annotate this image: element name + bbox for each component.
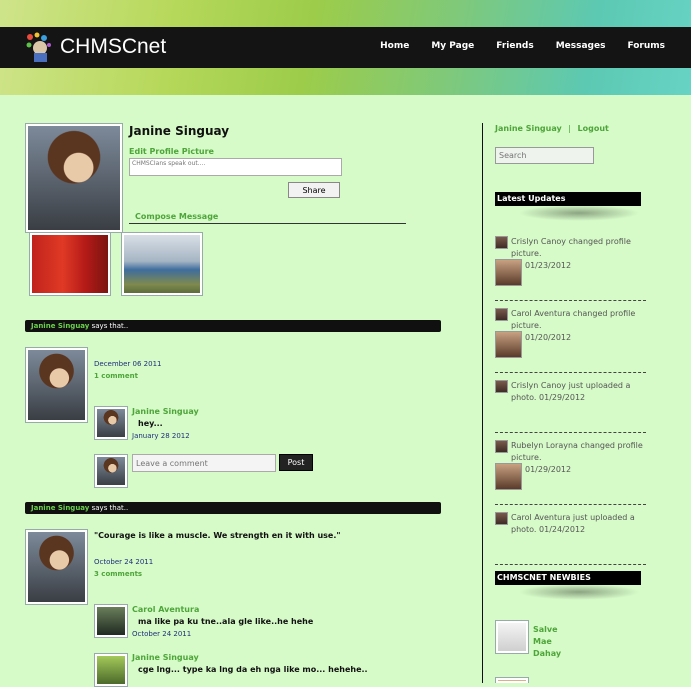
logo-icon xyxy=(26,32,51,62)
avatar[interactable] xyxy=(25,529,88,605)
edit-profile-picture-link[interactable]: Edit Profile Picture xyxy=(129,147,214,156)
update-avatar[interactable] xyxy=(495,308,508,321)
comment-text: cge lng... type ka lng da eh nga like mo… xyxy=(138,665,368,674)
update-divider xyxy=(495,432,646,433)
post-author[interactable]: Janine Singuay xyxy=(31,322,89,330)
title-shadow xyxy=(518,584,640,600)
compose-divider xyxy=(129,223,406,224)
update-date: 01/29/2012 xyxy=(525,465,572,474)
post-header: Janine Singuay says that.. xyxy=(25,502,441,514)
comment-text: hey... xyxy=(138,419,163,428)
avatar xyxy=(94,454,128,488)
newbie-avatar[interactable] xyxy=(495,677,529,683)
update-text: Crislyn Canoy just uploaded a photo. 01/… xyxy=(511,381,631,402)
post-author[interactable]: Janine Singuay xyxy=(31,504,89,512)
site-name[interactable]: CHMSCnet xyxy=(60,35,166,59)
comment-text: ma like pa ku tne..ala gle like..he hehe xyxy=(138,617,314,626)
search-input[interactable] xyxy=(495,147,594,164)
separator: | xyxy=(568,124,571,133)
update-divider xyxy=(495,300,646,301)
nav-my-page[interactable]: My Page xyxy=(431,41,474,51)
post-quote: "Courage is like a muscle. We strength e… xyxy=(94,531,341,540)
update-text: Carol Aventura just uploaded a photo. 01… xyxy=(511,513,635,534)
update-divider xyxy=(495,504,646,505)
photo-thumbnail[interactable] xyxy=(121,232,203,296)
update-photo[interactable] xyxy=(495,463,522,490)
update-avatar[interactable] xyxy=(495,440,508,453)
title-shadow xyxy=(518,205,640,221)
top-nav: CHMSCnet Home My Page Friends Messages F… xyxy=(0,27,691,68)
newbies-title: CHMSCNET NEWBIES xyxy=(495,571,641,585)
nav-forums[interactable]: Forums xyxy=(627,41,665,51)
post-header: Janine Singuay says that.. xyxy=(25,320,441,332)
update-avatar[interactable] xyxy=(495,380,508,393)
nav-messages[interactable]: Messages xyxy=(556,41,606,51)
comment-date: October 24 2011 xyxy=(132,630,192,638)
nav-home[interactable]: Home xyxy=(380,41,409,51)
profile-picture[interactable] xyxy=(25,123,123,233)
nav-friends[interactable]: Friends xyxy=(496,41,533,51)
compose-message-link[interactable]: Compose Message xyxy=(135,212,218,221)
comment-author[interactable]: Janine Singuay xyxy=(132,407,199,416)
newbie-name[interactable]: Salve Mae Dahay xyxy=(533,624,561,660)
update-date: 01/23/2012 xyxy=(525,261,572,270)
update-avatar[interactable] xyxy=(495,512,508,525)
update-photo[interactable] xyxy=(495,259,522,286)
post-date: December 06 2011 xyxy=(94,360,162,368)
comment-author[interactable]: Carol Aventura xyxy=(132,605,199,614)
comment-count-link[interactable]: 1 comment xyxy=(94,372,138,380)
newbie-avatar[interactable] xyxy=(495,620,529,654)
update-avatar[interactable] xyxy=(495,236,508,249)
comment-input[interactable] xyxy=(132,454,276,472)
says-that: says that.. xyxy=(91,504,129,512)
update-text: Rubelyn Lorayna changed profile picture. xyxy=(511,441,643,462)
photo-thumbnail[interactable] xyxy=(29,232,111,296)
user-links: Janine Singuay | Logout xyxy=(495,124,609,133)
newbie-name-line[interactable]: Salve xyxy=(533,624,561,636)
avatar[interactable] xyxy=(94,406,128,440)
avatar[interactable] xyxy=(94,604,128,638)
says-that: says that.. xyxy=(91,322,129,330)
update-photo[interactable] xyxy=(495,331,522,358)
comment-count-link[interactable]: 3 comments xyxy=(94,570,142,578)
avatar[interactable] xyxy=(94,653,128,687)
share-button[interactable]: Share xyxy=(288,182,340,198)
avatar[interactable] xyxy=(25,347,88,423)
status-input[interactable] xyxy=(129,158,342,176)
update-text: Crislyn Canoy changed profile picture. xyxy=(511,237,631,258)
latest-updates-title: Latest Updates xyxy=(495,192,641,206)
comment-author[interactable]: Janine Singuay xyxy=(132,653,199,662)
logout-link[interactable]: Logout xyxy=(578,124,609,133)
post-comment-button[interactable]: Post xyxy=(279,454,313,471)
post-date: October 24 2011 xyxy=(94,558,154,566)
sidebar-divider xyxy=(482,123,483,683)
comment-date: January 28 2012 xyxy=(132,432,190,440)
current-user-link[interactable]: Janine Singuay xyxy=(495,124,562,133)
update-divider xyxy=(495,372,646,373)
profile-name: Janine Singuay xyxy=(129,124,230,138)
update-divider xyxy=(495,564,646,565)
newbie-name-line[interactable]: Mae xyxy=(533,636,561,648)
update-text: Carol Aventura changed profile picture. xyxy=(511,309,636,330)
newbie-name-line[interactable]: Dahay xyxy=(533,648,561,660)
update-date: 01/20/2012 xyxy=(525,333,572,342)
